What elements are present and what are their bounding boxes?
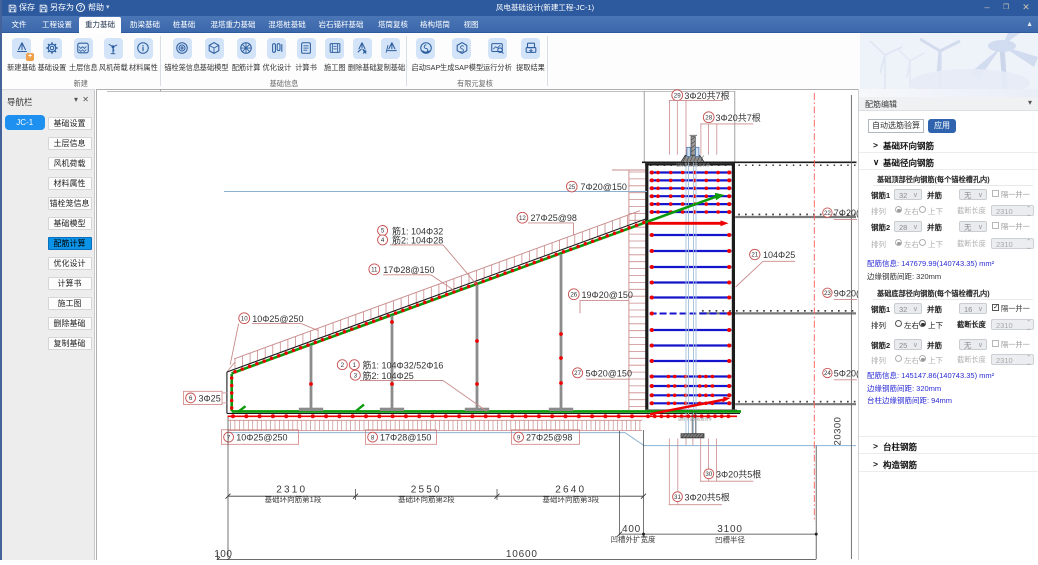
svg-text:基础环向筋第2段: 基础环向筋第2段 — [398, 494, 455, 504]
svg-text:27: 27 — [574, 370, 581, 377]
svg-text:3Φ20共7根: 3Φ20共7根 — [716, 112, 761, 123]
svg-text:筋2: 104Φ28: 筋2: 104Φ28 — [392, 235, 443, 246]
svg-text:1: 1 — [353, 362, 357, 369]
svg-text:3Φ20共7根: 3Φ20共7根 — [684, 90, 729, 101]
svg-text:10: 10 — [241, 315, 248, 322]
svg-text:10Φ25@250: 10Φ25@250 — [236, 433, 287, 443]
svg-text:3Φ20共5根: 3Φ20共5根 — [716, 468, 761, 479]
svg-text:5Φ20(: 5Φ20( — [834, 369, 858, 379]
svg-text:27Φ25@98: 27Φ25@98 — [531, 213, 577, 223]
svg-text:3100: 3100 — [717, 524, 742, 535]
svg-text:基础环向筋第3段: 基础环向筋第3段 — [542, 494, 599, 504]
svg-text:4: 4 — [381, 237, 385, 244]
svg-text:10600: 10600 — [506, 549, 538, 560]
svg-text:31: 31 — [674, 494, 681, 501]
svg-text:26: 26 — [570, 291, 577, 298]
svg-text:锚栓定位组合架构件: 锚栓定位组合架构件 — [676, 163, 710, 168]
svg-text:7: 7 — [227, 434, 231, 441]
svg-text:5: 5 — [381, 228, 385, 235]
svg-text:11: 11 — [371, 267, 378, 274]
svg-text:29: 29 — [674, 92, 681, 99]
svg-text:锚栓下锚固板组合件: 锚栓下锚固板组合件 — [678, 417, 712, 422]
svg-text:28: 28 — [705, 114, 712, 121]
svg-text:12: 12 — [519, 215, 526, 222]
svg-text:23: 23 — [824, 290, 831, 297]
svg-text:7Φ20@150: 7Φ20@150 — [581, 182, 627, 192]
svg-text:10Φ25@250: 10Φ25@250 — [252, 314, 303, 324]
svg-text:凹槽外扩宽度: 凹槽外扩宽度 — [611, 534, 656, 544]
svg-text:21: 21 — [751, 252, 758, 259]
svg-text:筋1: 104Φ32/52Φ16: 筋1: 104Φ32/52Φ16 — [363, 359, 444, 370]
svg-text:19Φ20@150: 19Φ20@150 — [582, 290, 633, 300]
svg-text:7Φ20(: 7Φ20( — [834, 208, 858, 218]
svg-text:20300: 20300 — [833, 417, 844, 446]
svg-text:25: 25 — [568, 184, 575, 191]
svg-text:凹槽半径: 凹槽半径 — [715, 534, 745, 544]
svg-text:17Φ28@150: 17Φ28@150 — [380, 433, 431, 443]
svg-text:3Φ20共5根: 3Φ20共5根 — [685, 491, 730, 502]
svg-text:5Φ20@150: 5Φ20@150 — [586, 369, 632, 379]
svg-text:104Φ25: 104Φ25 — [763, 250, 795, 260]
svg-text:3: 3 — [354, 372, 358, 379]
svg-text:24: 24 — [824, 370, 831, 377]
svg-text:400: 400 — [622, 524, 641, 535]
svg-text:100: 100 — [214, 549, 232, 560]
svg-text:22: 22 — [824, 210, 831, 217]
svg-text:9: 9 — [517, 434, 521, 441]
svg-text:3Φ25: 3Φ25 — [199, 393, 221, 403]
svg-text:9Φ20(: 9Φ20( — [834, 288, 858, 298]
svg-text:基础环向筋第1段: 基础环向筋第1段 — [265, 494, 322, 504]
svg-text:30: 30 — [705, 471, 712, 478]
svg-text:17Φ28@150: 17Φ28@150 — [383, 265, 434, 275]
svg-text:2: 2 — [341, 362, 345, 369]
svg-text:6: 6 — [189, 395, 193, 402]
svg-text:8: 8 — [371, 434, 375, 441]
svg-text:筋2: 104Φ25: 筋2: 104Φ25 — [363, 370, 414, 381]
svg-text:27Φ25@98: 27Φ25@98 — [526, 433, 572, 443]
